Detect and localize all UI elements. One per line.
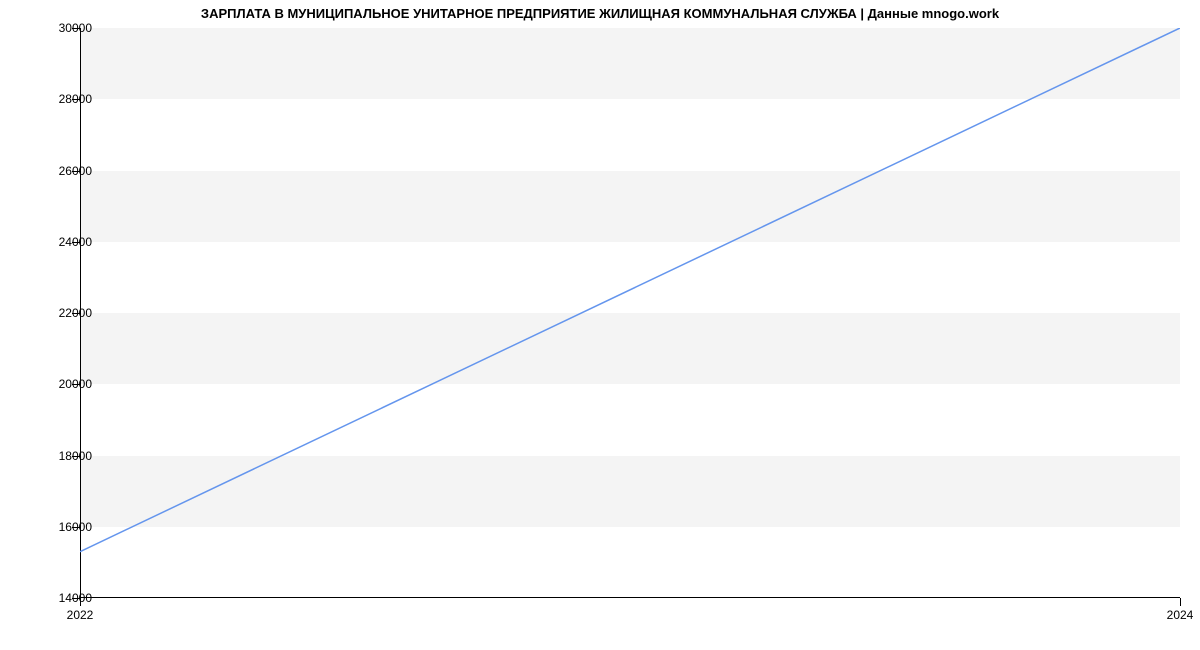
x-axis-line (80, 597, 1180, 598)
grid-band (80, 456, 1180, 527)
chart-title: ЗАРПЛАТА В МУНИЦИПАЛЬНОЕ УНИТАРНОЕ ПРЕДП… (0, 6, 1200, 21)
y-tick-label: 22000 (32, 306, 92, 320)
y-tick-label: 26000 (32, 164, 92, 178)
y-tick-label: 20000 (32, 377, 92, 391)
grid-band (80, 28, 1180, 99)
y-tick-label: 16000 (32, 520, 92, 534)
y-tick-label: 24000 (32, 235, 92, 249)
x-tick-label: 2024 (1167, 608, 1194, 622)
grid-band (80, 313, 1180, 384)
y-tick-label: 28000 (32, 92, 92, 106)
x-tick-label: 2022 (67, 608, 94, 622)
plot-background (80, 28, 1180, 598)
grid-band (80, 171, 1180, 242)
plot-area (80, 28, 1180, 598)
x-tick (1180, 598, 1181, 606)
y-tick-label: 14000 (32, 591, 92, 605)
y-tick-label: 18000 (32, 449, 92, 463)
y-tick-label: 30000 (32, 21, 92, 35)
